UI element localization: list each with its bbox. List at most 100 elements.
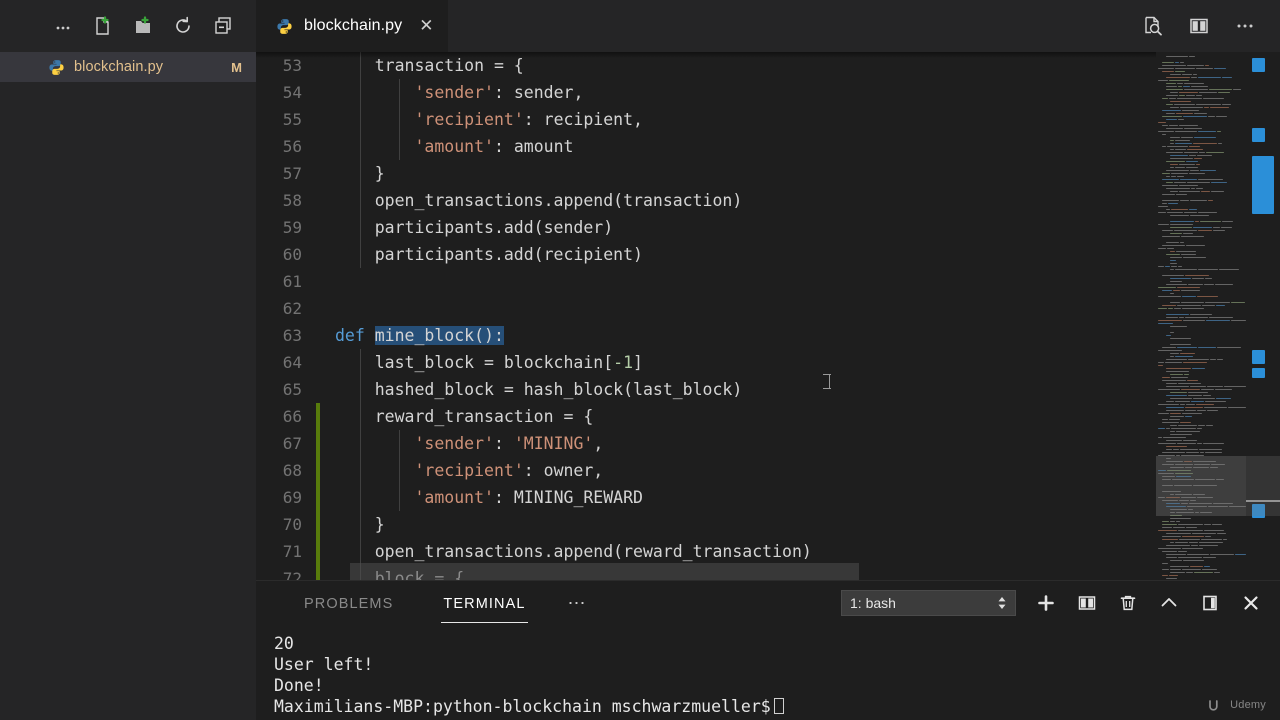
open-preview-icon[interactable] (1142, 15, 1164, 37)
code-line[interactable]: 61 (256, 268, 1280, 295)
code-token: -1 (613, 353, 634, 372)
code-lines[interactable]: 53 transaction = {54 'sender': sender, 55… (256, 52, 1280, 580)
code-token: reward_transaction = { (335, 407, 594, 426)
panel-tab-terminal[interactable]: TERMINAL (441, 581, 528, 625)
selected-text: mine_block(): (374, 326, 504, 345)
code-line[interactable]: 55 'recipient': recipient, (256, 106, 1280, 133)
minimap-line (1156, 577, 1246, 580)
code-token: 'sender' (414, 83, 494, 102)
new-terminal-icon[interactable] (1035, 592, 1057, 614)
code-line[interactable]: 60 participants.add(recipient) (256, 241, 1280, 268)
code-line[interactable]: 63 def mine_block(): (256, 322, 1280, 349)
line-number: 65 (282, 380, 302, 399)
code-line[interactable]: 56 'amount': amount (256, 133, 1280, 160)
code-line[interactable]: 54 'sender': sender, (256, 79, 1280, 106)
editor-overview-ruler[interactable] (1246, 52, 1280, 580)
line-number: 69 (282, 488, 302, 507)
more-actions-icon[interactable] (52, 15, 74, 37)
code-text: open_transactions.append(reward_transact… (320, 538, 1280, 565)
line-number: 57 (282, 164, 302, 183)
code-token: ] (633, 353, 643, 372)
minimap-slider[interactable] (1156, 456, 1246, 516)
new-file-icon[interactable] (92, 15, 114, 37)
panel-more-actions-icon[interactable]: ⋯ (568, 594, 588, 612)
panel-header: PROBLEMS TERMINAL ⋯ 1: bash (256, 581, 1280, 625)
tab-blockchain-py[interactable]: blockchain.py ✕ (256, 0, 448, 52)
terminal-output[interactable]: 20 User left! Done! Maximilians-MBP:python-… (256, 625, 1280, 720)
terminal-select[interactable]: 1: bash (841, 590, 1016, 616)
kill-terminal-icon[interactable] (1117, 592, 1139, 614)
line-number: 56 (282, 137, 302, 156)
terminal-select-value: 1: bash (850, 595, 896, 611)
code-text: def mine_block(): (320, 322, 1280, 349)
code-line[interactable]: 66 reward_transaction = { (256, 403, 1280, 430)
line-number: 72 (282, 569, 302, 580)
line-number: 58 (282, 191, 302, 210)
new-folder-icon[interactable] (132, 15, 154, 37)
code-text: 'amount': amount (320, 133, 1280, 160)
code-text: open_transactions.append(transaction) (320, 187, 1280, 214)
code-text: last_block = blockchain[-1] (320, 349, 1280, 376)
code-line[interactable]: 65 hashed_block = hash_block(last_block) (256, 376, 1280, 403)
toggle-panel-icon[interactable] (1199, 592, 1221, 614)
split-terminal-icon[interactable] (1076, 592, 1098, 614)
code-token: : recipient, (523, 110, 643, 129)
panel-tab-problems[interactable]: PROBLEMS (302, 581, 395, 625)
code-line[interactable]: 58 open_transactions.append(transaction) (256, 187, 1280, 214)
python-icon (49, 59, 64, 75)
python-icon (277, 18, 292, 34)
line-number: 62 (282, 299, 302, 318)
code-token: : sender, (493, 83, 584, 102)
collapse-all-icon[interactable] (212, 15, 234, 37)
line-number: 54 (282, 83, 302, 102)
refresh-icon[interactable] (172, 15, 194, 37)
code-token: hashed_block = hash_block(last_block) (335, 380, 743, 399)
code-line[interactable]: 67 'sender': 'MINING', (256, 430, 1280, 457)
code-line[interactable]: 68 'recipient': owner, (256, 457, 1280, 484)
close-icon[interactable]: ✕ (419, 17, 433, 35)
panel-actions: 1: bash (841, 590, 1280, 616)
line-number: 63 (282, 326, 302, 345)
terminal-prompt: Maximilians-MBP:python-blockchain mschwa… (274, 696, 1280, 717)
code-line[interactable]: 57 } (256, 160, 1280, 187)
editor-actions (1142, 0, 1280, 52)
editor-horizontal-scrollbar[interactable] (350, 563, 859, 580)
code-line[interactable]: 64 last_block = blockchain[-1] (256, 349, 1280, 376)
editor-top-shadow (256, 52, 1280, 58)
explorer-file-blockchain-py[interactable]: blockchain.py M (0, 52, 256, 82)
maximize-panel-icon[interactable] (1158, 592, 1180, 614)
close-panel-icon[interactable] (1240, 592, 1262, 614)
code-token: 'amount' (414, 137, 494, 156)
line-number: 61 (282, 272, 302, 291)
vertical-scrollbar-slider[interactable] (1246, 456, 1280, 516)
code-line[interactable]: 69 'amount': MINING_REWARD (256, 484, 1280, 511)
code-token: 'sender' (414, 434, 494, 453)
split-editor-icon[interactable] (1188, 15, 1210, 37)
code-text: participants.add(sender) (320, 214, 1280, 241)
code-text: 'sender': 'MINING', (320, 430, 1280, 457)
editor-more-actions-icon[interactable] (1234, 15, 1256, 37)
chevron-updown-icon (997, 596, 1007, 610)
code-text: reward_transaction = { (320, 403, 1280, 430)
terminal-line: User left! (274, 655, 374, 674)
code-token: 'MINING' (513, 434, 594, 453)
code-editor[interactable]: 53 transaction = {54 'sender': sender, 55… (256, 52, 1280, 580)
code-line[interactable]: 62 (256, 295, 1280, 322)
editor-minimap[interactable] (1156, 52, 1246, 580)
terminal-line: 20 (274, 634, 294, 653)
code-line[interactable]: 59 participants.add(sender) (256, 214, 1280, 241)
code-line[interactable]: 70 } (256, 511, 1280, 538)
code-token: participants.add(recipient) (335, 245, 643, 264)
terminal-line: Done! (274, 676, 324, 695)
explorer-toolbar (0, 0, 256, 52)
code-token: : amount (493, 137, 574, 156)
terminal-cursor (773, 698, 784, 714)
code-line[interactable]: 71 open_transactions.append(reward_trans… (256, 538, 1280, 565)
line-number: 70 (282, 515, 302, 534)
code-token: 'recipient' (414, 110, 524, 129)
